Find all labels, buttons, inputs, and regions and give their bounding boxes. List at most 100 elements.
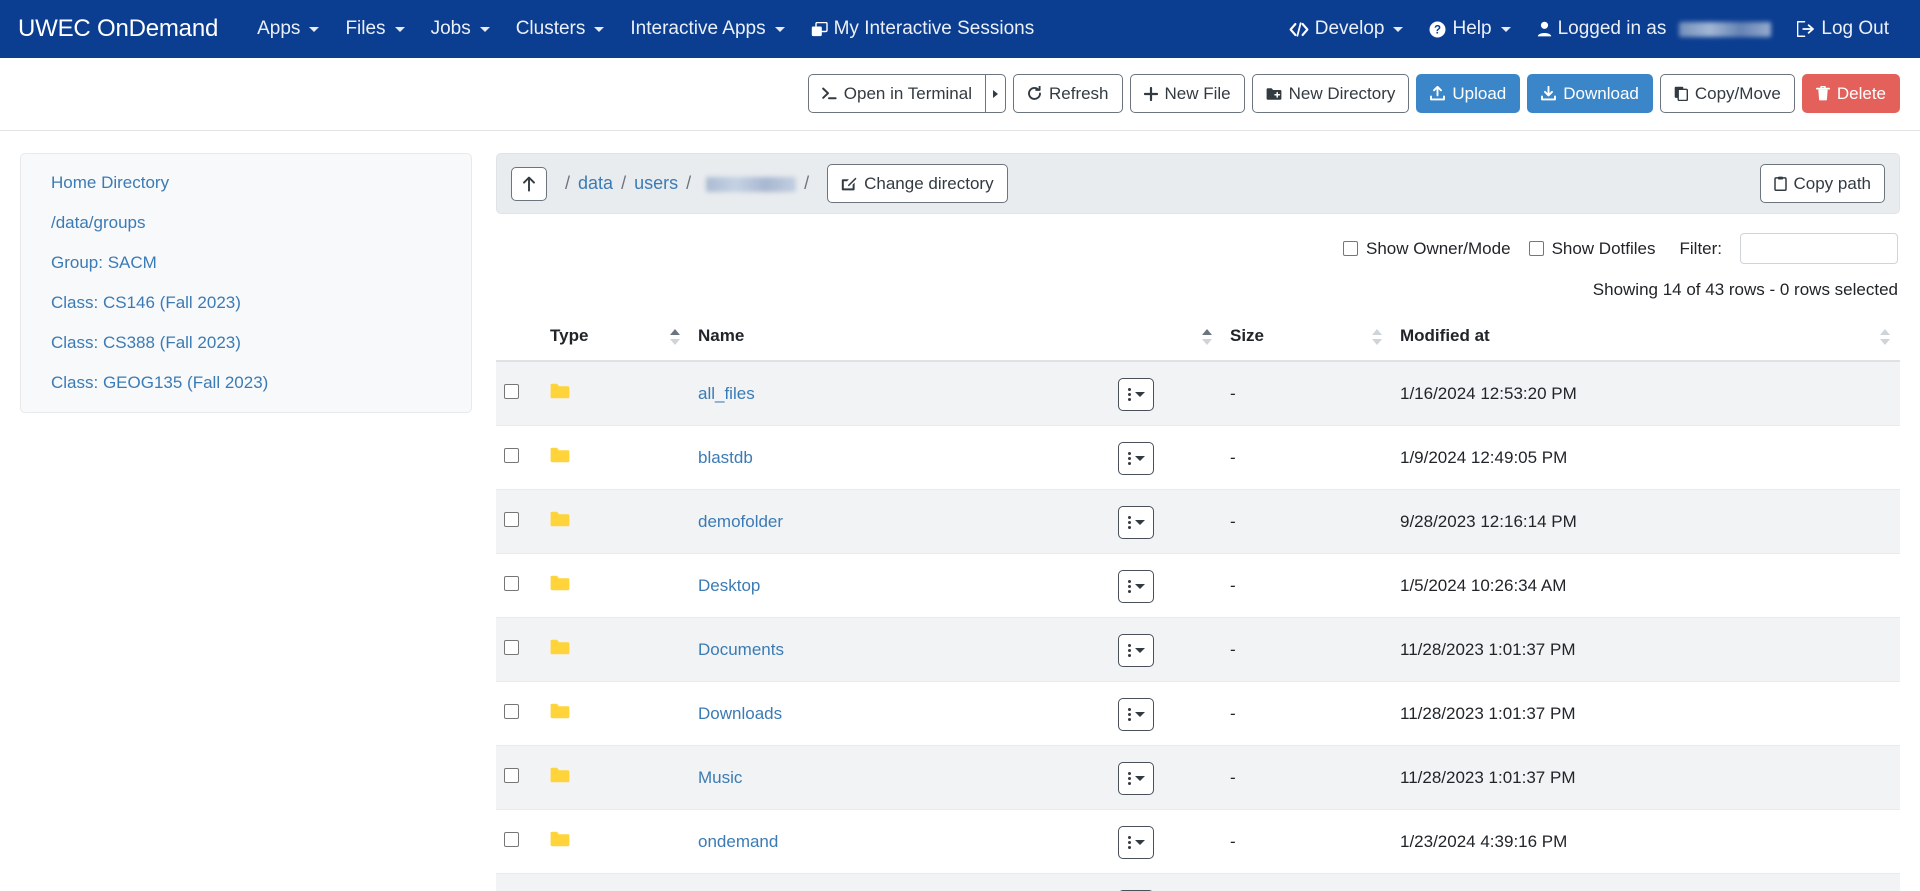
row-name-cell: blastdb [690,426,1110,490]
show-owner-mode-toggle[interactable]: Show Owner/Mode [1342,239,1511,259]
column-header-size[interactable]: Size [1222,314,1392,362]
table-row[interactable]: Pictures -12/1/2023 2:08:03 PM [496,873,1900,891]
table-row[interactable]: Desktop - 1/5/2024 10:26:34 AM [496,553,1900,618]
row-checkbox[interactable] [504,831,519,847]
sidebar-item-group-sacm[interactable]: Group: SACM [21,243,471,283]
row-checkbox[interactable] [504,511,519,527]
copy-move-button[interactable]: Copy/Move [1659,74,1795,113]
file-name-link[interactable]: ondemand [698,832,778,851]
row-actions-menu-button[interactable] [1118,506,1154,539]
chevron-down-icon [1134,456,1145,461]
open-in-terminal-label: Open in Terminal [843,84,972,103]
folder-icon [550,447,570,463]
filter-input[interactable] [1740,233,1898,264]
row-checkbox[interactable] [504,575,519,591]
file-name-link[interactable]: Desktop [698,576,760,595]
nav-log-out[interactable]: Log Out [1784,12,1902,46]
table-row[interactable]: demofolder - 9/28/2023 12:16:14 PM [496,489,1900,554]
nav-jobs[interactable]: Jobs [418,12,503,46]
sidebar-item-class-cs388[interactable]: Class: CS388 (Fall 2023) [21,323,471,363]
table-row[interactable]: Documents - 11/28/2023 1:01:37 PM [496,617,1900,682]
row-type-cell [542,490,690,554]
sidebar-item-class-cs146[interactable]: Class: CS146 (Fall 2023) [21,283,471,323]
file-name-link[interactable]: Music [698,768,742,787]
table-row[interactable]: ondemand - 1/23/2024 4:39:16 PM [496,809,1900,874]
file-name-link[interactable]: Documents [698,640,784,659]
plus-icon [1143,86,1158,101]
navbar-right-group: Develop ? Help Logged in as Log Out [1276,12,1902,46]
brand-logo[interactable]: UWEC OnDemand [18,15,218,43]
nav-logged-in-as[interactable]: Logged in as [1524,12,1785,46]
row-name-cell: Desktop [690,554,1110,618]
go-up-button[interactable] [511,166,547,201]
sort-indicator-name[interactable] [1202,329,1212,345]
file-name-link[interactable]: all_files [698,384,755,403]
nav-apps[interactable]: Apps [244,12,332,46]
row-actions-menu-button[interactable] [1118,442,1154,475]
show-owner-mode-checkbox[interactable] [1342,241,1358,256]
nav-clusters[interactable]: Clusters [503,12,618,46]
refresh-button[interactable]: Refresh [1012,74,1123,113]
row-select-cell [496,810,542,874]
delete-button[interactable]: Delete [1801,74,1900,113]
file-actions-toolbar: Open in Terminal Refresh New File New Di… [0,58,1920,131]
file-name-link[interactable]: demofolder [698,512,783,531]
row-actions-menu-button[interactable] [1118,570,1154,603]
show-dotfiles-toggle[interactable]: Show Dotfiles [1528,239,1656,259]
breadcrumb-segment-current[interactable] [699,173,797,194]
sort-indicator-modified-at[interactable] [1880,329,1890,345]
new-directory-button[interactable]: New Directory [1251,74,1410,113]
user-icon [1537,21,1552,37]
file-name-link[interactable]: blastdb [698,448,753,467]
breadcrumb-segment-data[interactable]: data [578,173,613,194]
row-actions-menu-button[interactable] [1118,826,1154,859]
nav-interactive-apps[interactable]: Interactive Apps [617,12,797,46]
row-checkbox[interactable] [504,767,519,783]
sidebar-item-class-geog135[interactable]: Class: GEOG135 (Fall 2023) [21,363,471,403]
sidebar-item-home-directory[interactable]: Home Directory [21,163,471,203]
row-actions-menu-button[interactable] [1118,378,1154,411]
new-directory-label: New Directory [1288,84,1396,103]
chevron-down-icon [1134,712,1145,717]
column-header-modified-at-label: Modified at [1400,326,1490,345]
sidebar-item-data-groups[interactable]: /data/groups [21,203,471,243]
row-checkbox[interactable] [504,447,519,463]
column-header-type-label: Type [550,326,589,345]
row-checkbox[interactable] [504,703,519,719]
breadcrumb: / data / users / / [559,173,815,194]
nav-my-interactive-sessions[interactable]: My Interactive Sessions [798,12,1048,46]
table-row[interactable]: all_files - 1/16/2024 12:53:20 PM [496,361,1900,426]
download-button[interactable]: Download [1527,74,1653,113]
row-size-cell: - [1230,831,1236,851]
table-row[interactable]: Downloads - 11/28/2023 1:01:37 PM [496,681,1900,746]
table-row[interactable]: Music - 11/28/2023 1:01:37 PM [496,745,1900,810]
breadcrumb-segment-users[interactable]: users [634,173,678,194]
row-checkbox[interactable] [504,639,519,655]
table-row[interactable]: blastdb - 1/9/2024 12:49:05 PM [496,425,1900,490]
top-navbar: UWEC OnDemand Apps Files Jobs Clusters I… [0,0,1920,58]
row-actions-menu-button[interactable] [1118,762,1154,795]
column-header-modified-at[interactable]: Modified at [1392,314,1900,362]
sort-indicator-type[interactable] [670,329,680,345]
open-in-terminal-dropdown-toggle[interactable] [984,74,1006,113]
row-actions-menu-button[interactable] [1118,698,1154,731]
row-checkbox[interactable] [504,383,519,399]
nav-develop[interactable]: Develop [1276,12,1417,46]
copy-path-button[interactable]: Copy path [1759,164,1885,203]
show-dotfiles-checkbox[interactable] [1528,241,1544,256]
upload-button[interactable]: Upload [1416,74,1521,113]
row-actions-menu-button[interactable] [1118,634,1154,667]
column-header-type[interactable]: Type [542,314,690,362]
change-directory-button[interactable]: Change directory [827,164,1008,203]
column-header-actions [1110,314,1222,362]
open-in-terminal-button[interactable]: Open in Terminal [807,74,985,113]
nav-files[interactable]: Files [332,12,417,46]
row-size-cell: - [1230,767,1236,787]
sort-indicator-size[interactable] [1372,329,1382,345]
new-file-button[interactable]: New File [1129,74,1245,113]
folder-icon [550,575,570,591]
nav-help[interactable]: ? Help [1416,12,1523,46]
column-header-name[interactable]: Name [690,314,1110,362]
favorites-sidebar: Home Directory /data/groups Group: SACM … [20,153,472,413]
file-name-link[interactable]: Downloads [698,704,782,723]
